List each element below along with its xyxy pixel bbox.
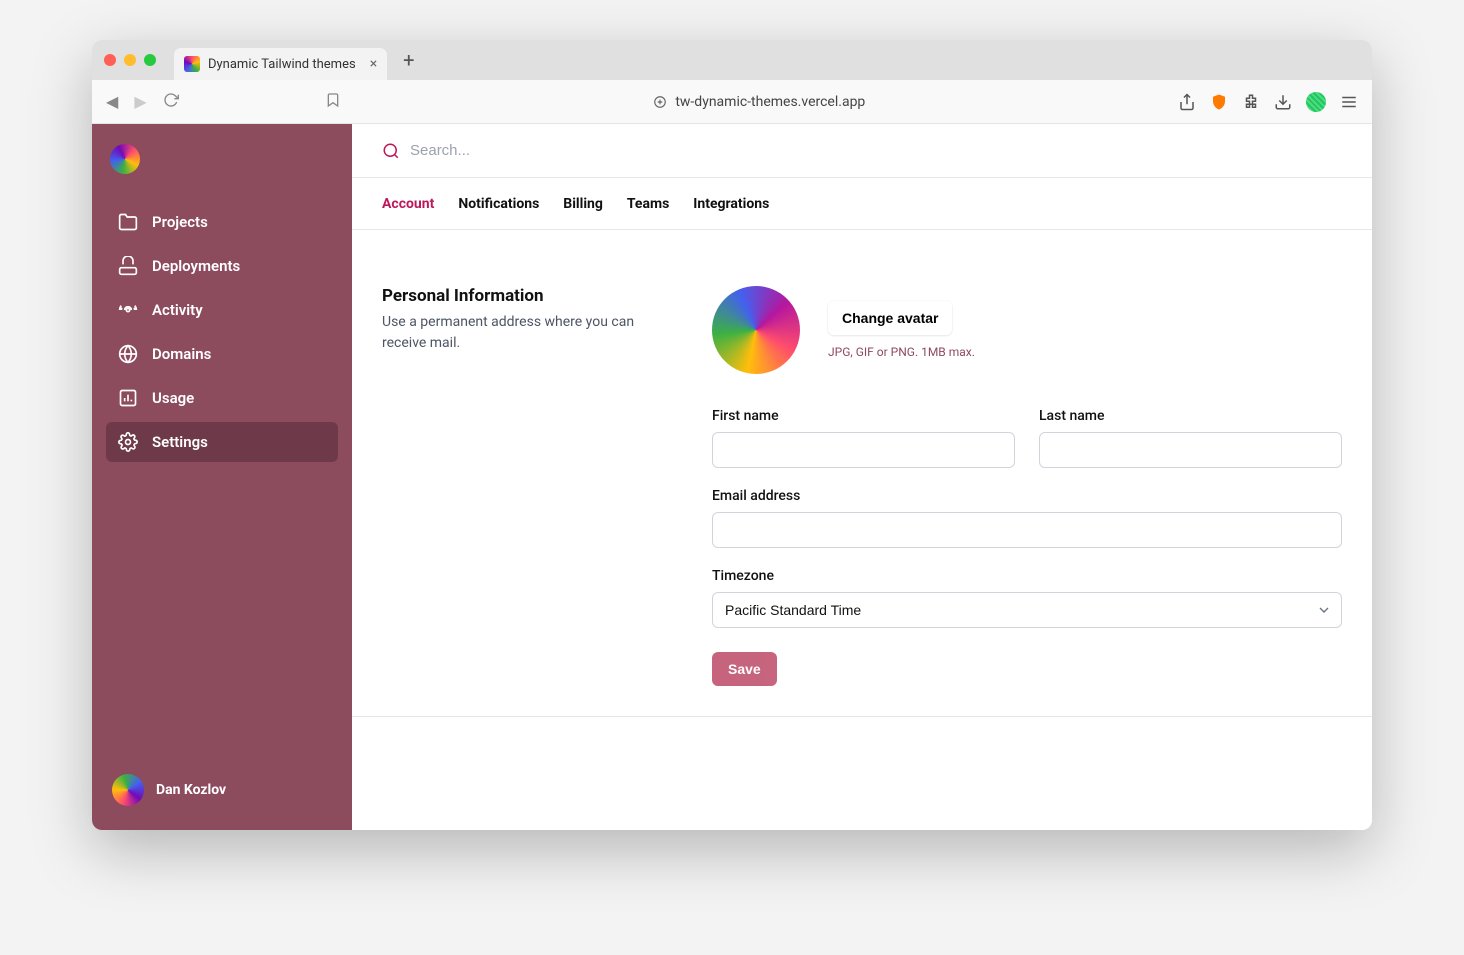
timezone-select[interactable]: Pacific Standard Time bbox=[712, 592, 1342, 628]
email-label: Email address bbox=[712, 488, 1342, 504]
sidebar: Projects Deployments Activity Domains Us… bbox=[92, 124, 352, 830]
first-name-input[interactable] bbox=[712, 432, 1015, 468]
user-name: Dan Kozlov bbox=[156, 782, 226, 798]
sidebar-item-usage[interactable]: Usage bbox=[106, 378, 338, 418]
chart-icon bbox=[118, 388, 138, 408]
sidebar-item-label: Usage bbox=[152, 389, 194, 407]
shield-icon[interactable] bbox=[1210, 93, 1228, 111]
personal-info-form: First name Last name Email address bbox=[712, 408, 1342, 628]
tab-integrations[interactable]: Integrations bbox=[693, 196, 769, 212]
tab-favicon-icon bbox=[184, 56, 200, 72]
tab-title: Dynamic Tailwind themes bbox=[208, 57, 356, 72]
back-button[interactable]: ◀ bbox=[106, 92, 118, 111]
bookmark-button[interactable] bbox=[325, 92, 341, 112]
tab-account[interactable]: Account bbox=[382, 196, 434, 212]
address-bar[interactable]: tw-dynamic-themes.vercel.app bbox=[357, 94, 1162, 110]
sidebar-item-label: Activity bbox=[152, 301, 203, 319]
tab-notifications[interactable]: Notifications bbox=[458, 196, 539, 212]
last-name-input[interactable] bbox=[1039, 432, 1342, 468]
sidebar-item-domains[interactable]: Domains bbox=[106, 334, 338, 374]
first-name-group: First name bbox=[712, 408, 1015, 468]
sidebar-item-projects[interactable]: Projects bbox=[106, 202, 338, 242]
browser-toolbar: ◀ ▶ tw-dynamic-themes.vercel.app bbox=[92, 80, 1372, 124]
save-button[interactable]: Save bbox=[712, 652, 777, 686]
timezone-group: Timezone Pacific Standard Time bbox=[712, 568, 1342, 628]
settings-tabs: Account Notifications Billing Teams Inte… bbox=[352, 178, 1372, 230]
sidebar-item-label: Deployments bbox=[152, 257, 240, 275]
new-tab-button[interactable]: + bbox=[395, 44, 422, 76]
close-tab-icon[interactable]: × bbox=[370, 56, 377, 72]
tab-teams[interactable]: Teams bbox=[627, 196, 669, 212]
extensions-icon[interactable] bbox=[1242, 93, 1260, 111]
signal-icon bbox=[118, 300, 138, 320]
sidebar-nav: Projects Deployments Activity Domains Us… bbox=[106, 202, 338, 462]
globe-icon bbox=[118, 344, 138, 364]
url-text: tw-dynamic-themes.vercel.app bbox=[675, 94, 865, 110]
sidebar-item-deployments[interactable]: Deployments bbox=[106, 246, 338, 286]
downloads-icon[interactable] bbox=[1274, 93, 1292, 111]
timezone-label: Timezone bbox=[712, 568, 1342, 584]
site-toggle-icon bbox=[653, 95, 667, 109]
profile-icon[interactable] bbox=[1306, 92, 1326, 112]
last-name-label: Last name bbox=[1039, 408, 1342, 424]
folder-icon bbox=[118, 212, 138, 232]
section-description: Use a permanent address where you can re… bbox=[382, 312, 652, 354]
titlebar: Dynamic Tailwind themes × + bbox=[92, 40, 1372, 80]
forward-button[interactable]: ▶ bbox=[134, 92, 146, 111]
menu-icon[interactable] bbox=[1340, 93, 1358, 111]
gear-icon bbox=[118, 432, 138, 452]
email-input[interactable] bbox=[712, 512, 1342, 548]
reload-button[interactable] bbox=[163, 92, 179, 112]
avatar-row: Change avatar JPG, GIF or PNG. 1MB max. bbox=[712, 286, 1342, 374]
browser-tab[interactable]: Dynamic Tailwind themes × bbox=[174, 48, 387, 80]
sidebar-item-label: Domains bbox=[152, 345, 211, 363]
close-window-icon[interactable] bbox=[104, 54, 116, 66]
maximize-window-icon[interactable] bbox=[144, 54, 156, 66]
last-name-group: Last name bbox=[1039, 408, 1342, 468]
window-controls bbox=[104, 54, 156, 66]
app-logo-icon[interactable] bbox=[110, 144, 140, 174]
tab-billing[interactable]: Billing bbox=[563, 196, 603, 212]
email-group: Email address bbox=[712, 488, 1342, 548]
sidebar-item-settings[interactable]: Settings bbox=[106, 422, 338, 462]
section-title: Personal Information bbox=[382, 286, 652, 306]
avatar-image bbox=[712, 286, 800, 374]
share-icon[interactable] bbox=[1178, 93, 1196, 111]
sidebar-item-label: Settings bbox=[152, 433, 208, 451]
first-name-label: First name bbox=[712, 408, 1015, 424]
main-panel: Account Notifications Billing Teams Inte… bbox=[352, 124, 1372, 830]
page-content: Projects Deployments Activity Domains Us… bbox=[92, 124, 1372, 830]
search-bar bbox=[352, 124, 1372, 178]
personal-info-section: Personal Information Use a permanent add… bbox=[352, 230, 1372, 717]
sidebar-item-activity[interactable]: Activity bbox=[106, 290, 338, 330]
sidebar-user[interactable]: Dan Kozlov bbox=[106, 766, 338, 814]
search-icon bbox=[382, 142, 400, 160]
change-avatar-button[interactable]: Change avatar bbox=[828, 301, 952, 335]
user-avatar-icon bbox=[112, 774, 144, 806]
sidebar-item-label: Projects bbox=[152, 213, 208, 231]
browser-window: Dynamic Tailwind themes × + ◀ ▶ tw-dynam… bbox=[92, 40, 1372, 830]
search-input[interactable] bbox=[410, 142, 1342, 159]
server-icon bbox=[118, 256, 138, 276]
avatar-hint: JPG, GIF or PNG. 1MB max. bbox=[828, 345, 975, 359]
minimize-window-icon[interactable] bbox=[124, 54, 136, 66]
